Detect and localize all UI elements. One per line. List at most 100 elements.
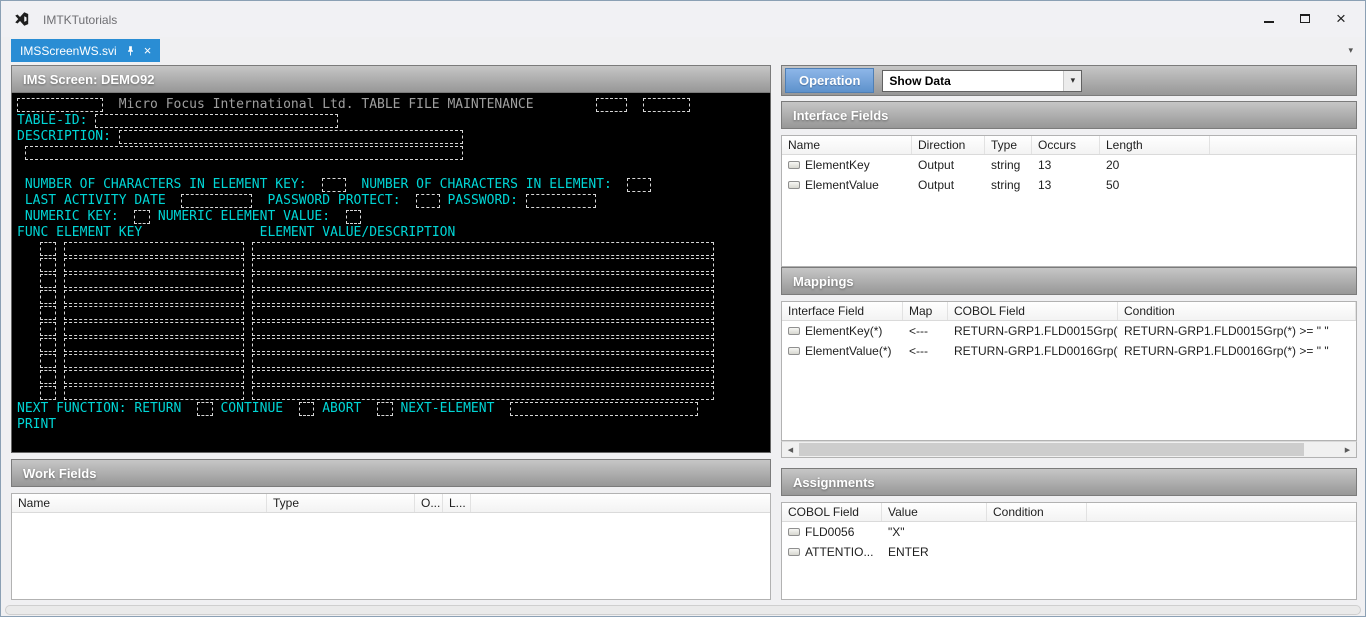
ims-input-field[interactable] [643,98,690,112]
ims-input-field[interactable] [40,242,56,256]
column-header-cobol-field[interactable]: COBOL Field [948,302,1118,320]
ims-input-field[interactable] [64,290,244,304]
ims-screen-text [244,257,252,272]
tab-close-icon[interactable]: × [144,44,152,57]
column-header-condition[interactable]: Condition [1118,302,1356,320]
column-header-condition[interactable]: Condition [987,503,1087,521]
ims-input-field[interactable] [64,322,244,336]
ims-input-field[interactable] [252,338,714,352]
column-header-l-[interactable]: L... [443,494,471,512]
ims-input-field[interactable] [252,290,714,304]
table-row[interactable]: ElementKeyOutputstring1320 [782,155,1356,175]
ims-input-field[interactable] [510,402,698,416]
ims-input-field[interactable] [346,210,362,224]
ims-screen-text: PASSWORD: [440,193,526,208]
ims-input-field[interactable] [40,274,56,288]
ims-input-field[interactable] [119,130,463,144]
column-header-type[interactable]: Type [267,494,415,512]
column-header-cobol-field[interactable]: COBOL Field [782,503,882,521]
ims-input-field[interactable] [40,370,56,384]
ims-screen-text [244,385,252,400]
ims-input-field[interactable] [40,338,56,352]
document-well-dropdown-icon[interactable]: ▾ [1348,45,1353,56]
terminal-line [17,337,766,353]
ims-input-field[interactable] [64,306,244,320]
ims-input-field[interactable] [627,178,650,192]
ims-input-field[interactable] [377,402,393,416]
field-icon [788,161,800,169]
ims-input-field[interactable] [64,386,244,400]
ims-input-field[interactable] [40,386,56,400]
app-window: IMTKTutorials × IMSScreenWS.svi × ▾ IMS … [0,0,1366,617]
interface-fields-table: NameDirectionTypeOccursLengthElementKeyO… [781,135,1357,267]
column-header-value[interactable]: Value [882,503,987,521]
ims-input-field[interactable] [40,306,56,320]
ims-input-field[interactable] [64,242,244,256]
table-row[interactable]: FLD0056"X" [782,522,1356,542]
ims-input-field[interactable] [64,274,244,288]
tab-imsscreenws[interactable]: IMSScreenWS.svi × [11,39,160,62]
scroll-right-icon[interactable]: ▶ [1339,442,1356,457]
ims-input-field[interactable] [40,290,56,304]
ims-screen-text: PRINT [17,417,56,432]
ims-input-field[interactable] [17,98,103,112]
ims-input-field[interactable] [252,258,714,272]
ims-input-field[interactable] [252,354,714,368]
column-header-direction[interactable]: Direction [912,136,985,154]
column-header-occurs[interactable]: Occurs [1032,136,1100,154]
table-row[interactable]: ElementValueOutputstring1350 [782,175,1356,195]
operation-dropdown[interactable]: Show Data ▾ [882,70,1082,92]
ims-input-field[interactable] [64,338,244,352]
bottom-scrollbar[interactable] [5,605,1361,615]
ims-screen-text: NEXT FUNCTION: RETURN [17,401,197,416]
column-header-o-[interactable]: O... [415,494,443,512]
ims-input-field[interactable] [416,194,439,208]
ims-input-field[interactable] [40,322,56,336]
work-fields-header: Work Fields [11,459,771,487]
ims-input-field[interactable] [40,258,56,272]
column-header-interface-field[interactable]: Interface Field [782,302,903,320]
column-header-length[interactable]: Length [1100,136,1210,154]
scroll-thumb[interactable] [799,443,1304,456]
column-header-name[interactable]: Name [782,136,912,154]
column-header-name[interactable]: Name [12,494,267,512]
ims-screen-text: NUMBER OF CHARACTERS IN ELEMENT: [346,177,628,192]
close-button[interactable]: × [1323,5,1359,31]
minimize-button[interactable] [1251,5,1287,31]
ims-input-field[interactable] [596,98,627,112]
column-header-filler [1356,302,1357,320]
ims-screen-text [17,257,40,272]
table-row[interactable]: ElementValue(*)<---RETURN-GRP1.FLD0016Gr… [782,341,1356,361]
table-row[interactable]: ATTENTIO...ENTER [782,542,1356,562]
ims-input-field[interactable] [40,354,56,368]
column-header-map[interactable]: Map [903,302,948,320]
ims-input-field[interactable] [134,210,150,224]
column-header-type[interactable]: Type [985,136,1032,154]
ims-input-field[interactable] [64,258,244,272]
ims-screen-text [56,305,64,320]
ims-input-field[interactable] [25,146,463,160]
maximize-button[interactable] [1287,5,1323,31]
ims-input-field[interactable] [252,306,714,320]
ims-input-field[interactable] [322,178,345,192]
scroll-left-icon[interactable]: ◀ [782,442,799,457]
ims-input-field[interactable] [252,370,714,384]
ims-input-field[interactable] [252,386,714,400]
ims-input-field[interactable] [64,354,244,368]
table-body: FLD0056"X"ATTENTIO...ENTER [782,522,1356,562]
ims-screen-text: CONTINUE [213,401,299,416]
ims-input-field[interactable] [252,242,714,256]
ims-input-field[interactable] [526,194,596,208]
ims-input-field[interactable] [95,114,338,128]
ims-input-field[interactable] [252,322,714,336]
ims-input-field[interactable] [64,370,244,384]
ims-input-field[interactable] [197,402,213,416]
horizontal-scrollbar[interactable]: ◀ ▶ [781,441,1357,458]
ims-input-field[interactable] [181,194,251,208]
ims-screen-text [244,241,252,256]
ims-input-field[interactable] [252,274,714,288]
pin-icon[interactable] [125,45,136,57]
table-row[interactable]: ElementKey(*)<---RETURN-GRP1.FLD0015Grp(… [782,321,1356,341]
terminal-line: TABLE-ID: [17,113,766,129]
ims-input-field[interactable] [299,402,315,416]
